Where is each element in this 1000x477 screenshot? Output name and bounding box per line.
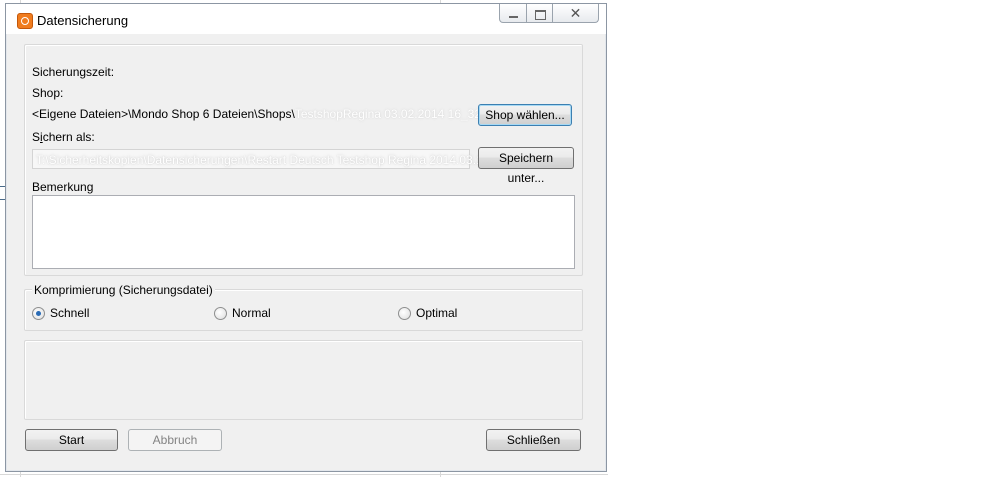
maximize-button[interactable] — [526, 4, 553, 23]
backup-time-label: Sicherungszeit: — [32, 65, 115, 79]
title-bar[interactable]: Datensicherung ✕ — [6, 4, 606, 34]
radio-fast-label: Schnell — [50, 306, 90, 320]
app-icon — [17, 13, 33, 29]
status-panel — [24, 340, 583, 420]
close-button[interactable]: Schließen — [486, 429, 581, 451]
remark-textarea[interactable] — [32, 195, 575, 269]
backup-dialog: Datensicherung ✕ Sicherungszeit: Shop: <… — [5, 3, 607, 472]
save-under-button[interactable]: Speichern unter... — [478, 147, 574, 185]
radio-optimal[interactable]: Optimal — [398, 306, 457, 320]
minimize-button[interactable] — [499, 4, 527, 23]
start-button[interactable]: Start — [25, 429, 118, 451]
shop-path: <Eigene Dateien>\Mondo Shop 6 Dateien\Sh… — [32, 107, 518, 121]
window-title: Datensicherung — [37, 13, 129, 28]
radio-optimal-label: Optimal — [416, 306, 458, 320]
shop-path-prefix: <Eigene Dateien>\Mondo Shop 6 Dateien\Sh… — [32, 107, 295, 121]
close-window-button[interactable]: ✕ — [552, 4, 599, 23]
shop-label: Shop: — [32, 86, 64, 100]
close-icon: ✕ — [569, 5, 582, 21]
save-as-value: T:\Sicherheitskopien\Datensicherungen\Re… — [36, 153, 507, 167]
save-as-field[interactable]: T:\Sicherheitskopien\Datensicherungen\Re… — [32, 149, 506, 169]
radio-optimal-indicator — [398, 306, 411, 320]
radio-normal-label: Normal — [232, 306, 271, 320]
radio-normal[interactable]: Normal — [214, 306, 271, 320]
caption-buttons: ✕ — [499, 4, 601, 24]
background-divider — [0, 474, 608, 475]
save-as-label: Sichern als: — [32, 130, 95, 144]
radio-normal-indicator — [214, 306, 227, 320]
remark-label: Bemerkung — [32, 180, 94, 194]
radio-fast-indicator — [32, 306, 45, 320]
radio-fast[interactable]: Schnell — [32, 306, 89, 320]
abort-button[interactable]: Abbruch — [128, 429, 222, 451]
choose-shop-button[interactable]: Shop wählen... — [478, 104, 572, 126]
compression-legend: Komprimierung (Sicherungsdatei) — [32, 283, 215, 297]
